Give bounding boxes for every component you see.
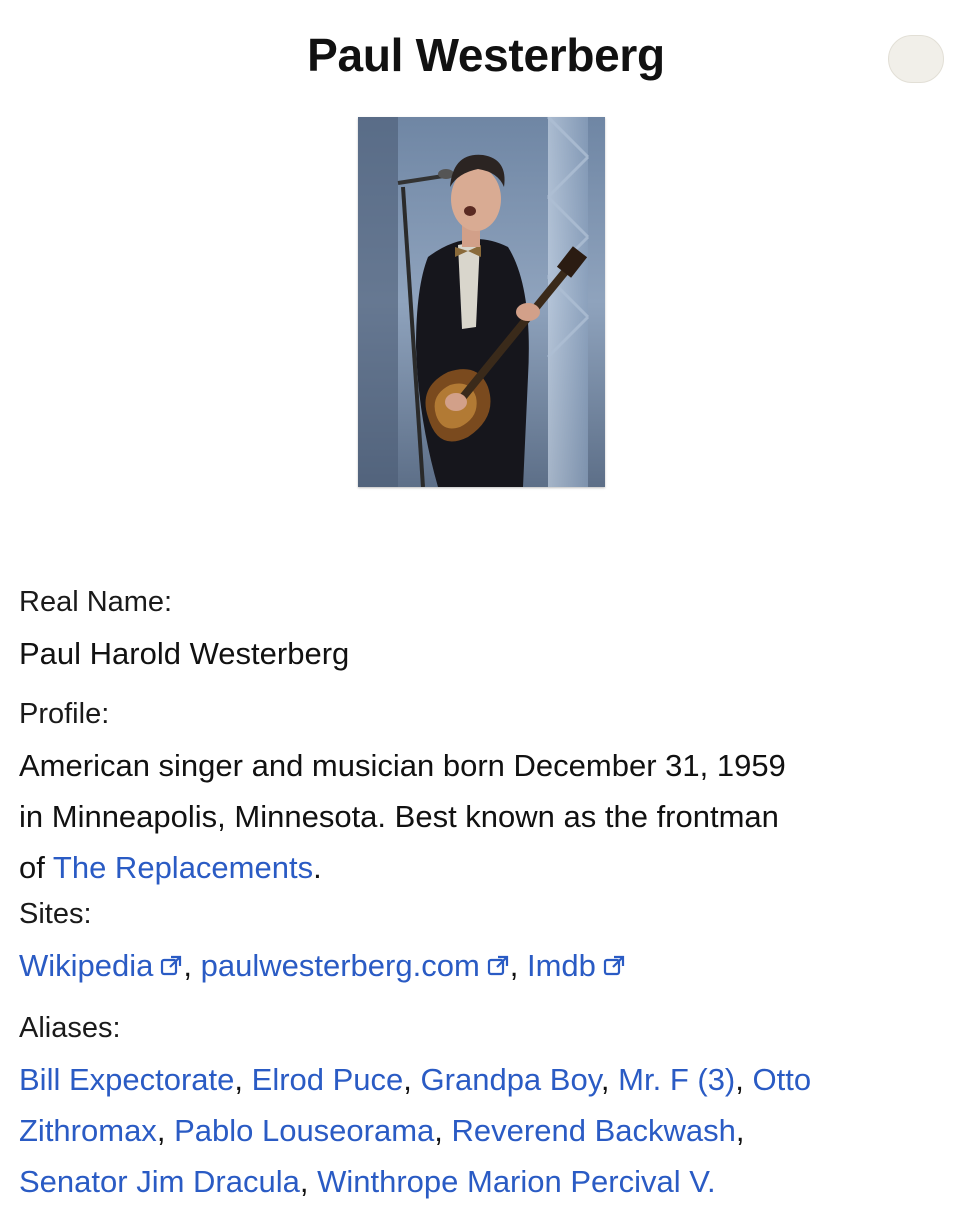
alias-link[interactable]: Pablo Louseorama — [174, 1113, 434, 1148]
alias-separator: , — [735, 1062, 744, 1097]
artist-photo — [358, 117, 605, 487]
external-link-icon — [159, 954, 183, 978]
external-link-icon — [602, 954, 626, 978]
profile-line-1: American singer and musician born Decemb… — [19, 748, 786, 783]
profile-line-3-prefix: of — [19, 850, 53, 885]
alias-link-otto-part2[interactable]: Zithromax — [19, 1113, 157, 1148]
alias-separator: , — [403, 1062, 412, 1097]
site-link-imdb-label: Imdb — [527, 948, 596, 983]
aliases-list: Bill Expectorate, Elrod Puce, Grandpa Bo… — [19, 1054, 959, 1207]
the-replacements-link[interactable]: The Replacements — [53, 850, 313, 885]
real-name-value: Paul Harold Westerberg — [19, 636, 350, 671]
profile-line-2: in Minneapolis, Minnesota. Best known as… — [19, 799, 779, 834]
sites-separator: , — [509, 948, 527, 983]
profile-text: American singer and musician born Decemb… — [19, 740, 786, 893]
site-link-wikipedia-label: Wikipedia — [19, 948, 154, 983]
alias-link[interactable]: Reverend Backwash — [452, 1113, 736, 1148]
site-link-wikipedia[interactable]: Wikipedia — [19, 948, 183, 983]
alias-separator: , — [234, 1062, 244, 1097]
sites-separator: , — [183, 948, 201, 983]
alias-link[interactable]: Senator Jim Dracula — [19, 1164, 300, 1199]
aliases-line-1: Bill Expectorate, Elrod Puce, Grandpa Bo… — [19, 1054, 959, 1105]
page-title: Paul Westerberg — [307, 29, 665, 81]
alias-separator: , — [299, 1164, 309, 1199]
alias-link[interactable]: Elrod Puce — [252, 1062, 404, 1097]
alias-separator: , — [735, 1113, 745, 1148]
external-link-icon — [486, 954, 510, 978]
site-link-imdb[interactable]: Imdb — [527, 948, 626, 983]
site-link-paulwesterberg-label: paulwesterberg.com — [200, 948, 480, 983]
real-name-label: Real Name: — [19, 586, 173, 618]
alias-link[interactable]: Grandpa Boy — [421, 1062, 601, 1097]
site-link-paulwesterberg[interactable]: paulwesterberg.com — [201, 948, 510, 983]
alias-link-otto-part1[interactable]: Otto — [753, 1062, 812, 1097]
aliases-line-2: Zithromax, Pablo Louseorama, Reverend Ba… — [19, 1105, 959, 1156]
profile-label: Profile: — [19, 698, 110, 730]
sites-list: Wikipedia, paulwesterberg.com, Imdb — [19, 940, 626, 991]
alias-link[interactable]: Winthrope Marion Percival V. — [317, 1164, 716, 1199]
alias-separator: , — [156, 1113, 166, 1148]
profile-line-3: of The Replacements. — [19, 842, 786, 893]
alias-link[interactable]: Bill Expectorate — [19, 1062, 234, 1097]
sites-label: Sites: — [19, 898, 92, 930]
profile-line-3-suffix: . — [313, 850, 322, 885]
alias-separator: , — [434, 1113, 443, 1148]
toggle-button[interactable] — [888, 35, 944, 83]
alias-separator: , — [600, 1062, 610, 1097]
aliases-label: Aliases: — [19, 1012, 121, 1044]
aliases-line-3: Senator Jim Dracula, Winthrope Marion Pe… — [19, 1156, 959, 1207]
alias-link[interactable]: Mr. F (3) — [618, 1062, 735, 1097]
